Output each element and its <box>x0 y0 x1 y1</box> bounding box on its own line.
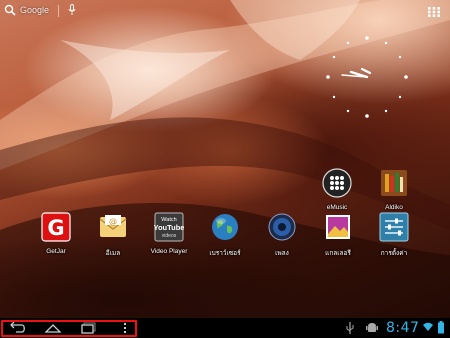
app-music[interactable]: เพลง <box>258 212 306 258</box>
settings-sliders-icon <box>379 212 409 242</box>
app-getjar[interactable]: G GetJar <box>32 212 80 255</box>
google-search-bar[interactable]: Google <box>4 4 49 16</box>
globe-icon <box>212 214 238 240</box>
all-apps-icon[interactable] <box>428 7 440 17</box>
emusic-icon <box>322 168 352 198</box>
app-label: อีเมล <box>105 250 121 257</box>
gallery-icon <box>326 215 350 239</box>
analog-clock-widget[interactable] <box>322 32 412 122</box>
speaker-icon <box>268 213 296 241</box>
app-settings[interactable]: การตั้งค่า <box>370 212 418 258</box>
email-icon: @ <box>99 215 127 237</box>
app-label: แกลเลอรี <box>325 250 351 257</box>
app-email[interactable]: @ อีเมล <box>89 212 137 258</box>
app-label: Aldiko <box>385 204 403 211</box>
nav-buttons-highlight-box <box>1 320 137 337</box>
app-label: eMusic <box>326 204 348 211</box>
app-label: การตั้งค่า <box>380 250 408 257</box>
app-gallery[interactable]: แกลเลอรี <box>314 212 362 258</box>
svg-text:YouTube: YouTube <box>154 223 184 232</box>
search-label: Google <box>20 5 50 15</box>
battery-icon <box>438 321 444 334</box>
svg-text:@: @ <box>109 217 117 226</box>
app-label: GetJar <box>46 248 66 255</box>
app-label: Video Player <box>150 248 188 255</box>
search-icon <box>4 4 16 16</box>
search-divider <box>58 5 59 17</box>
app-aldiko[interactable]: Aldiko <box>370 168 418 211</box>
app-browser[interactable]: เบราว์เซอร์ <box>201 212 249 258</box>
android-debug-icon <box>366 323 378 332</box>
app-emusic[interactable]: eMusic <box>313 168 361 211</box>
status-clock[interactable]: 8:47 <box>386 318 419 338</box>
microphone-icon[interactable] <box>68 4 76 16</box>
app-video-player[interactable]: Watch YouTube videos Video Player <box>145 212 193 255</box>
app-label: เพลง <box>275 250 289 257</box>
usb-icon <box>346 322 354 334</box>
svg-text:G: G <box>47 216 64 240</box>
getjar-icon: G <box>41 212 71 242</box>
wifi-icon <box>423 322 433 331</box>
youtube-video-icon: Watch YouTube videos <box>154 212 184 242</box>
books-icon <box>381 170 407 196</box>
svg-text:videos: videos <box>162 233 177 239</box>
app-label: เบราว์เซอร์ <box>209 250 241 257</box>
